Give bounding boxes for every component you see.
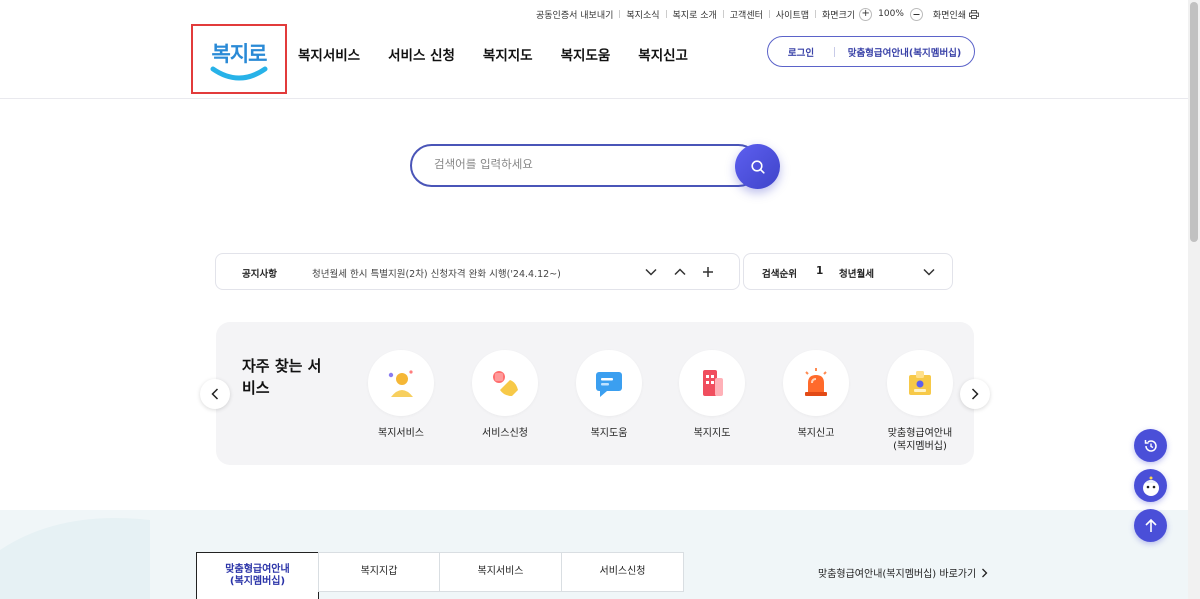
ranking-expand-button[interactable] — [920, 263, 938, 281]
service-item-welfare-service[interactable]: 복지서비스 — [356, 350, 446, 441]
service-item-membership[interactable]: 맞춤형급여안내 (복지멤버십) — [875, 350, 965, 453]
service-label: 맞춤형급여안내 (복지멤버십) — [887, 428, 953, 452]
hand-document-icon — [493, 371, 518, 396]
search-bar — [410, 144, 760, 187]
notice-next-button[interactable] — [642, 263, 660, 281]
printer-icon — [968, 9, 979, 19]
util-link-about[interactable]: 복지로 소개 — [673, 8, 717, 21]
notice-label: 공지사항 — [242, 269, 277, 280]
print-button[interactable]: 화면인쇄 — [933, 8, 979, 21]
chatbot-button[interactable] — [1134, 469, 1167, 502]
service-item-welfare-report[interactable]: 복지신고 — [771, 350, 861, 441]
chevron-right-icon — [982, 568, 988, 577]
tab-welfare-wallet[interactable]: 복지지갑 — [318, 552, 440, 592]
chevron-left-icon — [211, 388, 219, 400]
service-icon-circle — [576, 350, 642, 416]
tab-label: 복지지갑 — [360, 566, 398, 577]
zoom-value: 100% — [878, 9, 904, 19]
notice-bar: 공지사항 청년월세 한시 특별지원(2차) 신청자격 완화 시행('24.4.1… — [215, 253, 740, 290]
nav-welfare-report[interactable]: 복지신고 — [638, 44, 688, 64]
zoom-label: 화면크기 — [822, 10, 856, 21]
ranking-number: 1 — [816, 265, 824, 277]
service-icon-circle — [472, 350, 538, 416]
service-item-welfare-map[interactable]: 복지지도 — [667, 350, 757, 441]
tab-service-apply[interactable]: 서비스신청 — [561, 552, 684, 592]
zoom-in-button[interactable]: + — [859, 7, 873, 21]
id-card-icon — [909, 371, 931, 395]
recent-history-button[interactable] — [1134, 429, 1167, 462]
search-ranking[interactable]: 검색순위 1 청년월세 — [743, 253, 953, 290]
service-item-service-apply[interactable]: 서비스신청 — [460, 350, 550, 441]
ranking-label: 검색순위 — [762, 269, 797, 280]
scroll-to-top-button[interactable] — [1134, 509, 1167, 542]
divider — [665, 10, 667, 18]
bokjiro-logo-icon: 복지로 — [210, 42, 268, 81]
minus-icon — [913, 13, 920, 15]
zoom-out-button[interactable] — [909, 7, 923, 21]
services-title: 자주 찾는 서비스 — [242, 357, 322, 397]
service-label: 서비스신청 — [482, 428, 528, 439]
frequent-services-panel: 자주 찾는 서비스 복지서비스 서비스신청 복지도움 복지지도 복지신고 맞춤형… — [216, 322, 974, 465]
util-link-news[interactable]: 복지소식 — [626, 8, 659, 21]
divider — [768, 10, 770, 18]
chevron-down-icon — [645, 268, 657, 276]
tab-label: 복지서비스 — [477, 566, 524, 577]
plus-icon — [703, 267, 713, 277]
person-sparkle-icon — [388, 370, 413, 397]
service-label: 복지서비스 — [378, 428, 424, 439]
chevron-right-icon — [971, 388, 979, 400]
tab-label: 맞춤형급여안내 (복지멤버십) — [225, 564, 290, 587]
tab-welfare-service[interactable]: 복지서비스 — [439, 552, 562, 592]
tab-membership[interactable]: 맞춤형급여안내 (복지멤버십) — [196, 552, 319, 599]
service-label: 복지지도 — [693, 428, 731, 439]
search-input[interactable] — [434, 157, 724, 171]
chevron-up-icon — [674, 268, 686, 276]
notice-text[interactable]: 청년월세 한시 특별지원(2차) 신청자격 완화 시행('24.4.12~) — [312, 266, 561, 280]
nav-welfare-service[interactable]: 복지서비스 — [298, 44, 360, 64]
divider — [722, 10, 724, 18]
carousel-next-button[interactable] — [960, 379, 990, 409]
carousel-prev-button[interactable] — [200, 379, 230, 409]
history-icon — [1144, 439, 1157, 452]
site-logo[interactable]: 복지로 — [191, 24, 287, 94]
utility-bar: 공동인증서 내보내기 복지소식 복지로 소개 고객센터 사이트맵 화면크기 + … — [536, 7, 979, 21]
print-label: 화면인쇄 — [932, 10, 967, 21]
scrollbar-thumb[interactable] — [1190, 2, 1198, 242]
notice-prev-button[interactable] — [671, 263, 689, 281]
siren-icon — [805, 368, 827, 396]
service-label: 복지도움 — [590, 428, 628, 439]
main-navigation: 복지서비스 서비스 신청 복지지도 복지도움 복지신고 — [298, 44, 716, 64]
divider — [815, 10, 817, 18]
login-button[interactable]: 로그인 — [768, 45, 834, 59]
ranking-term[interactable]: 청년월세 — [839, 266, 874, 280]
notice-more-button[interactable] — [699, 263, 717, 281]
chatbot-mascot-icon — [1142, 476, 1159, 496]
login-membership-group: 로그인 맞춤형급여안내(복지멤버십) — [767, 36, 975, 67]
chat-bubble-icon — [596, 372, 622, 397]
nav-welfare-help[interactable]: 복지도움 — [561, 44, 611, 64]
building-icon — [703, 370, 723, 396]
service-icon-circle — [887, 350, 953, 416]
util-link-customer-center[interactable]: 고객센터 — [730, 8, 763, 21]
logo-wordmark: 복지로 — [212, 42, 268, 66]
membership-button[interactable]: 맞춤형급여안내(복지멤버십) — [835, 45, 974, 59]
nav-welfare-map[interactable]: 복지지도 — [483, 44, 533, 64]
search-button[interactable] — [735, 144, 780, 189]
tab-label: 서비스신청 — [599, 566, 646, 577]
service-item-welfare-help[interactable]: 복지도움 — [564, 350, 654, 441]
membership-shortcut-link[interactable]: 맞춤형급여안내(복지멤버십) 바로가기 — [818, 565, 988, 580]
service-icon-circle — [783, 350, 849, 416]
nav-service-apply[interactable]: 서비스 신청 — [388, 44, 455, 64]
util-link-sitemap[interactable]: 사이트맵 — [776, 8, 809, 21]
arrow-up-icon — [1144, 518, 1157, 532]
service-label: 복지신고 — [797, 428, 835, 439]
service-icon-circle — [368, 350, 434, 416]
util-link-certificate[interactable]: 공동인증서 내보내기 — [536, 8, 613, 21]
service-icon-circle — [679, 350, 745, 416]
shortcut-label: 맞춤형급여안내(복지멤버십) 바로가기 — [818, 569, 977, 580]
search-icon — [750, 159, 765, 174]
chevron-down-icon — [923, 268, 935, 276]
header-divider — [0, 98, 1188, 99]
divider — [619, 10, 621, 18]
